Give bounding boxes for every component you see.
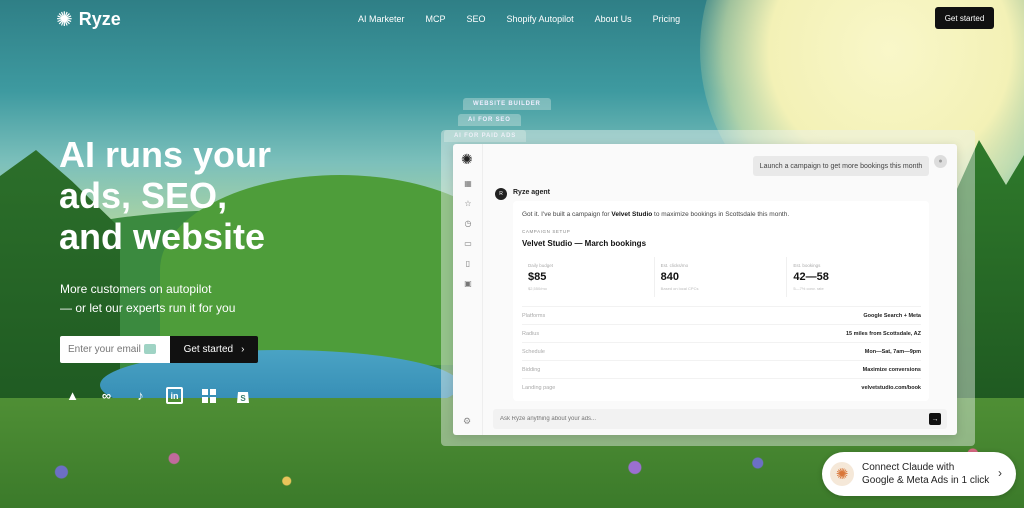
agent-intro-suffix: to maximize bookings in Scottsdale this … <box>652 211 790 218</box>
asterisk-burst-icon: ✺ <box>56 8 73 31</box>
setup-row-landing-page: Landing page velvetstudio.com/book <box>522 378 921 396</box>
app-window: ✺ ▦ ☆ ◷ ▭ ▯ ▣ ⚙ Launch a campaign to get… <box>453 144 957 435</box>
agent-intro-business: Velvet Studio <box>611 211 653 218</box>
row-key: Landing page <box>522 384 556 391</box>
campaign-metrics: Daily budget $85 $2,550/mo Est. clicks/m… <box>522 257 919 297</box>
promo-text: Connect Claude with Google & Meta Ads in… <box>862 461 989 487</box>
agent-intro-prefix: Got it. I've built a campaign for <box>522 211 612 218</box>
app-sidebar: ✺ ▦ ☆ ◷ ▭ ▯ ▣ ⚙ <box>453 144 483 435</box>
star-icon[interactable]: ☆ <box>463 198 473 208</box>
agent-intro-message: Got it. I've built a campaign for Velvet… <box>522 211 789 218</box>
row-value: velvetstudio.com/book <box>861 384 921 391</box>
document-icon[interactable]: ▯ <box>463 258 473 268</box>
metric-note: Based on local CPCs <box>660 286 699 291</box>
metric-note: 5—7% conv. rate <box>793 286 824 291</box>
setup-row-bidding: Bidding Maximize conversions <box>522 360 921 378</box>
hero-subtitle-line: — or let our experts run it for you <box>60 301 236 315</box>
linkedin-icon: in <box>166 387 183 404</box>
platform-logos: ▲ ∞ ♪ in S <box>64 387 251 404</box>
metric-est-clicks: Est. clicks/mo 840 Based on local CPCs <box>655 257 788 297</box>
google-ads-icon: ▲ <box>66 388 79 403</box>
hero-title-line: ads, SEO, <box>59 175 228 216</box>
metric-label: Est. bookings <box>793 263 821 268</box>
row-value: Maximize conversions <box>862 366 921 373</box>
nav-link-pricing[interactable]: Pricing <box>653 14 681 24</box>
user-message: Launch a campaign to get more bookings t… <box>753 156 929 176</box>
campaign-card: Got it. I've built a campaign for Velvet… <box>513 201 929 401</box>
tiktok-icon: ♪ <box>137 388 144 403</box>
setup-row-platforms: Platforms Google Search + Meta <box>522 306 921 324</box>
hero-title: AI runs your ads, SEO, and website <box>59 134 329 257</box>
promo-line: Connect Claude with <box>862 462 955 473</box>
row-value: 15 miles from Scottsdale, AZ <box>846 330 921 337</box>
nav-get-started-button[interactable]: Get started <box>935 7 994 29</box>
metric-label: Est. clicks/mo <box>660 263 689 268</box>
meta-icon: ∞ <box>101 388 112 403</box>
hero-get-started-label: Get started <box>183 344 234 355</box>
svg-text:S: S <box>240 394 246 403</box>
metric-note: $2,550/mo <box>528 286 547 291</box>
hero-title-line: AI runs your <box>59 134 272 175</box>
chat-icon[interactable]: ▭ <box>463 238 473 248</box>
campaign-title: Velvet Studio — March bookings <box>522 239 647 248</box>
nav-link-shopify-autopilot[interactable]: Shopify Autopilot <box>507 14 574 24</box>
campaign-setup-label: CAMPAIGN SETUP <box>522 229 571 234</box>
metric-daily-budget: Daily budget $85 $2,550/mo <box>522 257 655 297</box>
row-key: Radius <box>522 330 540 337</box>
chevron-right-icon: › <box>998 466 1002 480</box>
stack-tab-website-builder[interactable]: WEBSITE BUILDER <box>463 98 551 110</box>
claude-logo-icon: ✺ <box>830 462 854 486</box>
hero-get-started-button[interactable]: Get started › <box>170 336 258 363</box>
hero-title-line: and website <box>59 216 266 257</box>
metric-est-bookings: Est. bookings 42—58 5—7% conv. rate <box>787 257 919 297</box>
row-value: Mon—Sat, 7am—9pm <box>864 348 921 355</box>
user-avatar: ● <box>934 155 947 168</box>
metric-value: 840 <box>660 271 680 283</box>
gear-icon[interactable]: ⚙ <box>463 416 471 427</box>
metric-label: Daily budget <box>528 263 554 268</box>
claude-connect-promo[interactable]: ✺ Connect Claude with Google & Meta Ads … <box>822 452 1016 496</box>
image-icon[interactable]: ▣ <box>463 278 473 288</box>
send-arrow-icon[interactable]: → <box>929 413 941 425</box>
top-nav: ✺ Ryze AI Marketer MCP SEO Shopify Autop… <box>0 0 1024 40</box>
metric-value: 42—58 <box>793 271 829 283</box>
row-value: Google Search + Meta <box>863 312 921 319</box>
chat-composer: → <box>493 409 947 429</box>
brand-name: Ryze <box>78 9 121 29</box>
chat-input[interactable] <box>493 409 913 429</box>
stack-tab-ai-for-seo[interactable]: AI FOR SEO <box>458 114 521 126</box>
agent-name: Ryze agent <box>513 189 550 196</box>
row-key: Schedule <box>522 348 545 355</box>
nav-link-ai-marketer[interactable]: AI Marketer <box>358 14 405 24</box>
hero-subtitle: More customers on autopilot — or let our… <box>60 280 235 318</box>
hero-subtitle-line: More customers on autopilot <box>60 282 212 296</box>
setup-row-schedule: Schedule Mon—Sat, 7am—9pm <box>522 342 921 360</box>
clock-icon[interactable]: ◷ <box>463 218 473 228</box>
nav-link-seo[interactable]: SEO <box>467 14 486 24</box>
email-signup-form: Get started › <box>60 336 258 363</box>
nav-links: AI Marketer MCP SEO Shopify Autopilot Ab… <box>358 14 680 24</box>
promo-line: Google & Meta Ads in 1 click <box>862 475 990 486</box>
nav-link-about-us[interactable]: About Us <box>595 14 632 24</box>
row-key: Bidding <box>522 366 541 373</box>
grid-icon[interactable]: ▦ <box>463 178 473 188</box>
password-manager-icon[interactable] <box>144 344 156 354</box>
setup-row-radius: Radius 15 miles from Scottsdale, AZ <box>522 324 921 342</box>
nav-link-mcp[interactable]: MCP <box>426 14 446 24</box>
logo[interactable]: ✺ Ryze <box>56 9 121 30</box>
asterisk-burst-icon[interactable]: ✺ <box>461 151 473 168</box>
metric-value: $85 <box>528 271 547 283</box>
row-key: Platforms <box>522 312 546 319</box>
chevron-right-icon: › <box>241 344 245 355</box>
agent-avatar: R <box>495 188 507 200</box>
shopify-icon: S <box>234 387 251 404</box>
microsoft-icon <box>200 387 217 404</box>
